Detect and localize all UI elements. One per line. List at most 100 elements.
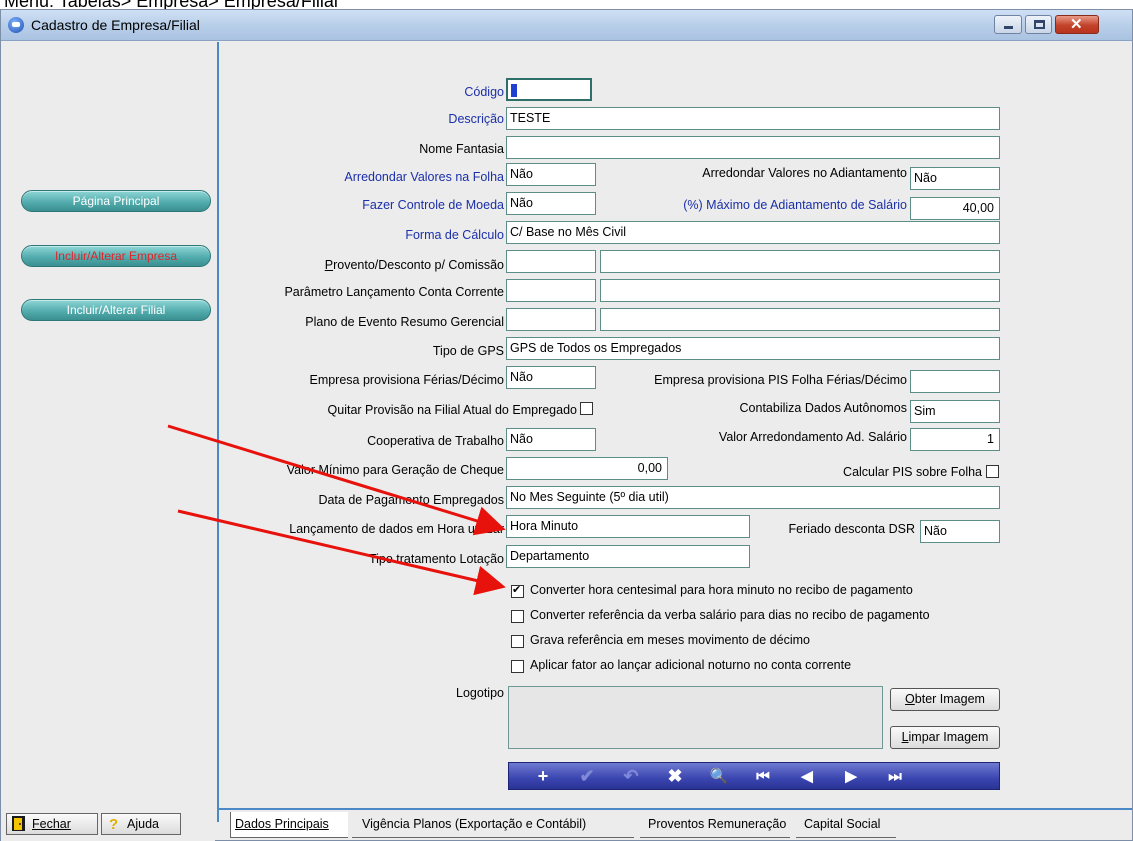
first-record-button[interactable]: ⏮ <box>743 764 783 789</box>
prov-pis-field[interactable] <box>910 370 1000 393</box>
close-icon: ✕ <box>1070 16 1083 33</box>
confirm-button[interactable]: ✔ <box>567 764 607 789</box>
codigo-field[interactable] <box>506 78 592 101</box>
undo-button[interactable]: ↶ <box>611 764 651 789</box>
feriado-dsr-field[interactable]: Não <box>920 520 1000 543</box>
tab-capital-social[interactable]: Capital Social <box>796 812 896 838</box>
label-prov-ferias: Empresa provisiona Férias/Décimo <box>309 373 504 387</box>
lanc-hora-field[interactable]: Hora Minuto <box>506 515 750 538</box>
label-plano-evento: Plano de Evento Resumo Gerencial <box>305 315 504 329</box>
label-tipo-gps: Tipo de GPS <box>432 344 504 358</box>
label-logotipo: Logotipo <box>456 686 504 700</box>
opt-converter-hora-checkbox[interactable] <box>511 583 524 598</box>
provento-comissao-desc-field[interactable] <box>600 250 1000 273</box>
label-data-pagamento: Data de Pagamento Empregados <box>318 493 504 507</box>
valor-arred-field[interactable]: 1 <box>910 428 1000 451</box>
label-valor-arred: Valor Arredondamento Ad. Salário <box>718 430 907 444</box>
app-icon <box>8 17 24 33</box>
tab-proventos-remuneracao[interactable]: Proventos Remuneração <box>640 812 790 838</box>
opt-grava-referencia-checkbox[interactable] <box>511 635 524 648</box>
previous-record-button[interactable]: ◀ <box>787 764 827 789</box>
close-button[interactable]: ✕ <box>1055 15 1099 34</box>
navigation-toolbar: + ✔ ↶ ✖ 🔍 ⏮ ◀ ▶ ⏭ <box>508 762 1000 790</box>
add-record-button[interactable]: + <box>523 764 563 789</box>
param-conta-desc-field[interactable] <box>600 279 1000 302</box>
arredondar-folha-field[interactable]: Não <box>506 163 596 186</box>
controle-moeda-field[interactable]: Não <box>506 192 596 215</box>
screen: Menu: Tabelas> Empresa> Empresa/Filial C… <box>0 0 1133 841</box>
tipo-gps-field[interactable]: GPS de Todos os Empregados <box>506 337 1000 360</box>
label-cooperativa: Cooperativa de Trabalho <box>367 434 504 448</box>
tab-vigencia-planos[interactable]: Vigência Planos (Exportação e Contábil) <box>352 812 634 838</box>
label-provento-comissao: Provento/Desconto p/ Comissão <box>324 258 504 272</box>
valor-minimo-field[interactable]: 0,00 <box>506 457 668 480</box>
last-record-button[interactable]: ⏭ <box>875 764 915 789</box>
label-param-conta: Parâmetro Lançamento Conta Corrente <box>284 285 504 299</box>
opt-converter-hora-label: Converter hora centesimal para hora minu… <box>530 583 913 597</box>
sidebar-item-pagina-principal[interactable]: Página Principal <box>21 190 211 212</box>
tab-strip: Dados Principais Vigência Planos (Export… <box>230 812 950 838</box>
provento-comissao-code-field[interactable] <box>506 250 596 273</box>
ajuda-button[interactable]: ? Ajuda <box>101 813 181 835</box>
ajuda-label: Ajuda <box>127 817 159 831</box>
svg-text:?: ? <box>109 816 118 831</box>
text-caret <box>511 84 517 98</box>
opt-converter-referencia-checkbox[interactable] <box>511 610 524 623</box>
label-contab-auto: Contabiliza Dados Autônomos <box>739 401 907 415</box>
sidebar-item-incluir-empresa[interactable]: Incluir/Alterar Empresa <box>21 245 211 267</box>
label-descricao: Descrição <box>448 112 504 126</box>
prov-ferias-field[interactable]: Não <box>506 366 596 389</box>
arredondar-adiant-field[interactable]: Não <box>910 167 1000 190</box>
window-title: Cadastro de Empresa/Filial <box>31 17 200 33</box>
label-nome-fantasia: Nome Fantasia <box>419 142 504 156</box>
sidebar-item-incluir-filial[interactable]: Incluir/Alterar Filial <box>21 299 211 321</box>
maximize-button[interactable] <box>1025 15 1052 34</box>
calc-pis-checkbox[interactable] <box>986 465 999 478</box>
obter-imagem-button[interactable]: Obter Imagem <box>890 688 1000 711</box>
fechar-button[interactable]: Fechar <box>6 813 98 835</box>
opt-aplicar-fator-checkbox[interactable] <box>511 660 524 673</box>
param-conta-code-field[interactable] <box>506 279 596 302</box>
data-pagamento-field[interactable]: No Mes Seguinte (5º dia util) <box>506 486 1000 509</box>
opt-converter-referencia-label: Converter referência da verba salário pa… <box>530 608 930 622</box>
minimize-icon <box>1004 26 1013 29</box>
exit-door-icon <box>12 816 25 831</box>
opt-grava-referencia-label: Grava referência em meses movimento de d… <box>530 633 810 647</box>
help-icon: ? <box>109 816 118 831</box>
quitar-prov-checkbox[interactable] <box>580 402 593 415</box>
cancel-button[interactable]: ✖ <box>655 764 695 789</box>
label-max-adiant: (%) Máximo de Adiantamento de Salário <box>683 198 907 212</box>
cooperativa-field[interactable]: Não <box>506 428 596 451</box>
label-prov-pis: Empresa provisiona PIS Folha Férias/Déci… <box>654 373 907 387</box>
label-arredondar-adiant: Arredondar Valores no Adiantamento <box>702 166 907 180</box>
label-arredondar-folha: Arredondar Valores na Folha <box>344 170 504 184</box>
label-controle-moeda: Fazer Controle de Moeda <box>362 198 504 212</box>
tab-dados-principais[interactable]: Dados Principais <box>230 812 348 838</box>
nome-fantasia-field[interactable] <box>506 136 1000 159</box>
label-feriado-dsr: Feriado desconta DSR <box>788 522 915 536</box>
max-adiant-field[interactable]: 40,00 <box>910 197 1000 220</box>
forma-calculo-field[interactable]: C/ Base no Mês Civil <box>506 221 1000 244</box>
label-calc-pis: Calcular PIS sobre Folha <box>843 465 982 479</box>
title-bar: Cadastro de Empresa/Filial ✕ <box>1 10 1132 41</box>
search-button[interactable]: 🔍 <box>699 764 739 789</box>
minimize-button[interactable] <box>994 15 1022 34</box>
next-record-button[interactable]: ▶ <box>831 764 871 789</box>
tabs-divider <box>218 808 1132 810</box>
plano-evento-desc-field[interactable] <box>600 308 1000 331</box>
fechar-label: Fechar <box>32 817 71 831</box>
contab-auto-field[interactable]: Sim <box>910 400 1000 423</box>
sidebar-divider <box>217 42 219 822</box>
logotipo-image-box[interactable] <box>508 686 883 749</box>
limpar-imagem-button[interactable]: Limpar Imagem <box>890 726 1000 749</box>
tipo-lotacao-field[interactable]: Departamento <box>506 545 750 568</box>
label-valor-minimo: Valor Mínimo para Geração de Cheque <box>286 463 504 477</box>
sidebar: Página Principal Incluir/Alterar Empresa… <box>1 42 215 841</box>
plano-evento-code-field[interactable] <box>506 308 596 331</box>
label-forma-calculo: Forma de Cálculo <box>405 228 504 242</box>
label-quitar-prov: Quitar Provisão na Filial Atual do Empre… <box>327 403 577 417</box>
label-codigo: Código <box>464 85 504 99</box>
label-tipo-lotacao: Tipo tratamento Lotação <box>368 552 504 566</box>
descricao-field[interactable]: TESTE <box>506 107 1000 130</box>
maximize-icon <box>1034 20 1045 29</box>
